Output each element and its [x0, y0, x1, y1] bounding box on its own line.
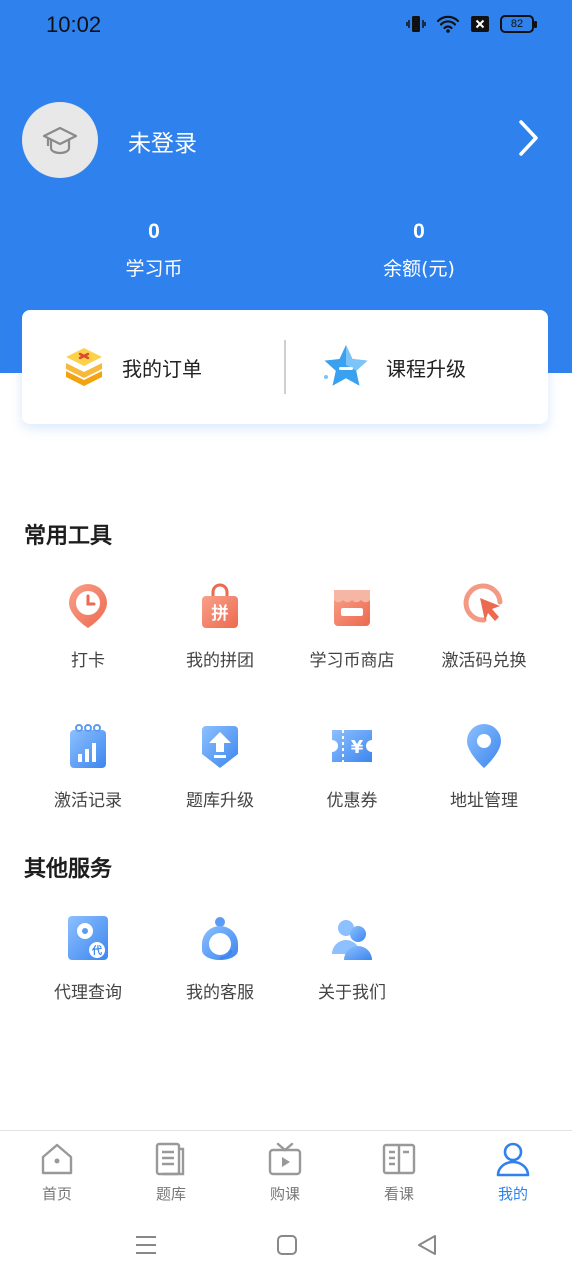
star-icon: [324, 345, 368, 386]
tool-bank-upgrade[interactable]: 题库升级: [150, 722, 290, 811]
tool-label: 我的拼团: [186, 651, 254, 671]
section-title-common-tools: 常用工具: [24, 524, 113, 549]
my-orders-button[interactable]: 我的订单: [62, 310, 202, 424]
about-us-icon: [332, 920, 372, 960]
nav-label: 看课: [383, 1185, 414, 1203]
tool-address[interactable]: 地址管理: [414, 722, 554, 811]
clock-pin-icon: [69, 584, 107, 628]
stat-balance[interactable]: 0 余额(元): [339, 220, 499, 281]
wifi-icon: [436, 15, 460, 33]
activation-record-icon: [70, 724, 106, 768]
quick-action-card: 我的订单 课程升级: [22, 310, 548, 424]
nav-tab-buy-course[interactable]: 购课: [228, 1141, 342, 1204]
tool-label: 激活码兑换: [441, 651, 527, 671]
tool-label: 地址管理: [450, 791, 518, 811]
my-orders-label: 我的订单: [122, 356, 202, 381]
status-icons: 82: [406, 14, 537, 34]
upgrade-arrow-icon: [202, 726, 238, 768]
group-buy-bag-icon: 拼: [202, 583, 238, 628]
status-bar: 10:02 82: [0, 0, 572, 52]
stat-label: 学习币: [125, 258, 183, 280]
nav-label: 首页: [41, 1185, 72, 1203]
nav-tab-home[interactable]: 首页: [0, 1141, 114, 1204]
tool-group-buy[interactable]: 拼 我的拼团: [150, 582, 290, 671]
chevron-right-icon[interactable]: [516, 118, 542, 158]
avatar[interactable]: [22, 102, 98, 178]
nav-label: 题库: [155, 1185, 186, 1203]
nav-label: 购课: [269, 1185, 300, 1203]
stat-value: 0: [148, 220, 160, 243]
user-icon: [496, 1142, 530, 1177]
tool-label: 学习币商店: [309, 651, 395, 671]
battery-indicator: 82: [500, 15, 537, 33]
nav-tab-mine[interactable]: 我的: [456, 1141, 570, 1204]
status-time: 10:02: [46, 12, 102, 37]
tool-label: 关于我们: [318, 983, 386, 1003]
tool-label: 题库升级: [186, 791, 254, 811]
svg-text:代: 代: [91, 944, 102, 957]
location-pin-icon: [467, 724, 501, 768]
nav-tab-watch-course[interactable]: 看课: [342, 1141, 456, 1204]
tool-label: 打卡: [71, 651, 105, 671]
graduation-cap-icon: [42, 126, 78, 155]
home-icon: [41, 1143, 73, 1175]
open-book-icon: [382, 1143, 416, 1175]
system-nav-bar: [0, 1212, 572, 1280]
tool-activation-record[interactable]: 激活记录: [18, 722, 158, 811]
menu-icon[interactable]: [133, 1232, 159, 1258]
tool-label: 激活记录: [54, 791, 122, 811]
question-bank-icon: [155, 1142, 185, 1176]
agent-query-icon: 代: [68, 916, 108, 960]
sim-off-icon: [471, 16, 489, 32]
customer-service-icon: [202, 917, 238, 960]
order-box-icon: [66, 348, 102, 386]
divider: [284, 340, 286, 394]
shop-icon: [334, 590, 370, 626]
tool-label: 代理查询: [54, 983, 122, 1003]
tool-check-in[interactable]: 打卡: [18, 582, 158, 671]
tool-label: 优惠券: [326, 791, 378, 811]
course-upgrade-label: 课程升级: [386, 356, 466, 381]
service-agent-query[interactable]: 代 代理查询: [18, 914, 158, 1003]
tv-play-icon: [268, 1142, 302, 1176]
login-status-text[interactable]: 未登录: [128, 124, 197, 158]
section-title-other-services: 其他服务: [24, 857, 113, 882]
stat-study-coins[interactable]: 0 学习币: [74, 220, 234, 281]
back-icon[interactable]: [414, 1232, 440, 1258]
course-upgrade-button[interactable]: 课程升级: [320, 310, 466, 424]
coupon-icon: ¥: [332, 730, 372, 762]
tool-activation-code[interactable]: 激活码兑换: [414, 582, 554, 671]
service-customer-service[interactable]: 我的客服: [150, 914, 290, 1003]
tool-coupon[interactable]: ¥ 优惠券: [282, 722, 422, 811]
svg-text:拼: 拼: [212, 603, 229, 624]
tool-coin-shop[interactable]: 学习币商店: [282, 582, 422, 671]
nav-tab-question-bank[interactable]: 题库: [114, 1141, 228, 1204]
home-button-icon[interactable]: [274, 1232, 300, 1258]
svg-text:¥: ¥: [351, 737, 364, 758]
stat-value: 0: [413, 220, 425, 243]
bottom-nav: 首页 题库 购课 看课 我的: [0, 1130, 572, 1212]
tool-label: 我的客服: [186, 983, 254, 1003]
cursor-click-icon: [463, 583, 503, 623]
vibrate-icon: [406, 16, 426, 32]
stat-label: 余额(元): [383, 258, 455, 280]
service-about-us[interactable]: 关于我们: [282, 914, 422, 1003]
nav-label: 我的: [497, 1185, 528, 1203]
